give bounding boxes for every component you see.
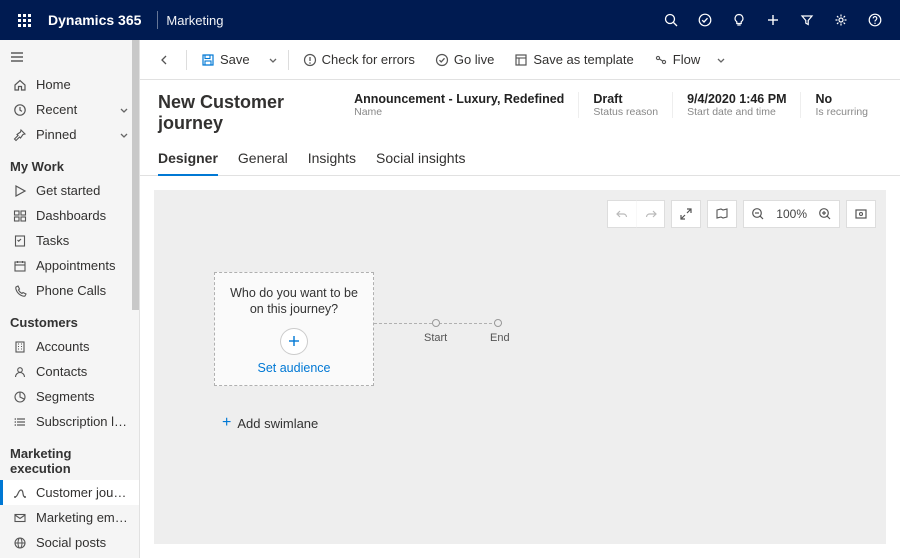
add-audience-button[interactable] bbox=[280, 328, 308, 356]
sidebar-item-tasks[interactable]: Tasks bbox=[0, 228, 139, 253]
sidebar-item-accounts[interactable]: Accounts bbox=[0, 334, 139, 359]
minimap-button[interactable] bbox=[708, 200, 736, 228]
zoom-in-button[interactable] bbox=[811, 200, 839, 228]
advanced-find-icon[interactable] bbox=[790, 0, 824, 40]
sidebar-item-get-started[interactable]: Get started bbox=[0, 178, 139, 203]
end-node[interactable] bbox=[494, 319, 502, 327]
undo-button[interactable] bbox=[608, 200, 636, 228]
assistant-icon[interactable] bbox=[722, 0, 756, 40]
tab-designer[interactable]: Designer bbox=[158, 144, 218, 176]
set-audience-link[interactable]: Set audience bbox=[258, 361, 331, 375]
nav-toggle[interactable] bbox=[0, 46, 139, 72]
help-icon[interactable] bbox=[858, 0, 892, 40]
sidebar: Home Recent Pinned My Work Get started D… bbox=[0, 40, 140, 558]
dash-icon bbox=[10, 209, 30, 223]
sidebar-quick-pinned[interactable]: Pinned bbox=[0, 122, 139, 147]
save-template-button[interactable]: Save as template bbox=[506, 45, 641, 75]
header-field[interactable]: Announcement - Luxury, Redefined Name bbox=[340, 92, 578, 118]
header-field[interactable]: No Is recurring bbox=[800, 92, 882, 118]
task-check-icon[interactable] bbox=[688, 0, 722, 40]
sidebar-group-title: Marketing execution bbox=[0, 434, 139, 480]
cal-icon bbox=[10, 259, 30, 273]
expand-button[interactable] bbox=[672, 200, 700, 228]
redo-button[interactable] bbox=[636, 200, 664, 228]
audience-tile[interactable]: Who do you want to be on this journey? S… bbox=[214, 272, 374, 386]
journey-flow: Start End bbox=[374, 318, 504, 342]
plus-icon: + bbox=[222, 414, 231, 432]
sidebar-item-phone-calls[interactable]: Phone Calls bbox=[0, 278, 139, 303]
segment-icon bbox=[10, 390, 30, 404]
list-icon bbox=[10, 415, 30, 429]
record-header: New Customer journey Announcement - Luxu… bbox=[140, 80, 900, 138]
building-icon bbox=[10, 340, 30, 354]
zoom-out-button[interactable] bbox=[744, 200, 772, 228]
divider bbox=[157, 11, 158, 29]
fit-button[interactable] bbox=[847, 200, 875, 228]
sidebar-item-marketing-emails[interactable]: Marketing emails bbox=[0, 505, 139, 530]
tab-insights[interactable]: Insights bbox=[308, 144, 356, 175]
header-field[interactable]: 9/4/2020 1:46 PM Start date and time bbox=[672, 92, 800, 118]
home-icon bbox=[10, 78, 30, 92]
end-label: End bbox=[490, 332, 510, 344]
command-bar: Save Check for errors Go live Save as te… bbox=[140, 40, 900, 80]
pin-icon bbox=[10, 128, 30, 142]
search-icon[interactable] bbox=[654, 0, 688, 40]
sidebar-item-dashboards[interactable]: Dashboards bbox=[0, 203, 139, 228]
save-dropdown[interactable] bbox=[262, 45, 282, 75]
sidebar-item-social-posts[interactable]: Social posts bbox=[0, 530, 139, 555]
quick-create-icon[interactable] bbox=[756, 0, 790, 40]
play-icon bbox=[10, 184, 30, 198]
person-icon bbox=[10, 365, 30, 379]
sidebar-item-appointments[interactable]: Appointments bbox=[0, 253, 139, 278]
chevron-down-icon bbox=[117, 104, 129, 116]
sidebar-item-segments[interactable]: Segments bbox=[0, 384, 139, 409]
designer-canvas[interactable]: 100% Who do you want to be on this journ… bbox=[154, 190, 886, 544]
go-live-button[interactable]: Go live bbox=[427, 45, 502, 75]
settings-icon[interactable] bbox=[824, 0, 858, 40]
clock-icon bbox=[10, 103, 30, 117]
journey-icon bbox=[10, 486, 30, 500]
tab-social-insights[interactable]: Social insights bbox=[376, 144, 466, 175]
app-launcher-icon[interactable] bbox=[8, 14, 40, 27]
sidebar-group-title: My Work bbox=[0, 147, 139, 178]
flow-button[interactable]: Flow bbox=[646, 45, 734, 75]
zoom-level: 100% bbox=[772, 207, 811, 221]
tab-general[interactable]: General bbox=[238, 144, 288, 175]
start-label: Start bbox=[424, 332, 447, 344]
page-title: New Customer journey bbox=[158, 92, 340, 134]
main-area: Save Check for errors Go live Save as te… bbox=[140, 40, 900, 558]
sidebar-item-subscription-lists[interactable]: Subscription lists bbox=[0, 409, 139, 434]
back-button[interactable] bbox=[150, 45, 180, 75]
sidebar-group-title: Customers bbox=[0, 303, 139, 334]
sidebar-item-customer-journeys[interactable]: Customer journeys bbox=[0, 480, 139, 505]
check-errors-button[interactable]: Check for errors bbox=[295, 45, 423, 75]
scrollbar[interactable] bbox=[132, 40, 139, 310]
chevron-down-icon bbox=[117, 129, 129, 141]
module-label: Marketing bbox=[166, 13, 223, 28]
mail-icon bbox=[10, 511, 30, 525]
start-node[interactable] bbox=[432, 319, 440, 327]
social-icon bbox=[10, 536, 30, 550]
add-swimlane-button[interactable]: + Add swimlane bbox=[222, 414, 318, 432]
phone-icon bbox=[10, 284, 30, 298]
brand-label: Dynamics 365 bbox=[40, 12, 149, 28]
save-button[interactable]: Save bbox=[193, 45, 258, 75]
sidebar-quick-home[interactable]: Home bbox=[0, 72, 139, 97]
task-icon bbox=[10, 234, 30, 248]
app-bar: Dynamics 365 Marketing bbox=[0, 0, 900, 40]
canvas-toolbar: 100% bbox=[607, 200, 876, 228]
sidebar-quick-recent[interactable]: Recent bbox=[0, 97, 139, 122]
audience-prompt: Who do you want to be on this journey? bbox=[223, 285, 365, 318]
header-field[interactable]: Draft Status reason bbox=[578, 92, 672, 118]
tab-strip: Designer General Insights Social insights bbox=[140, 138, 900, 176]
sidebar-item-contacts[interactable]: Contacts bbox=[0, 359, 139, 384]
